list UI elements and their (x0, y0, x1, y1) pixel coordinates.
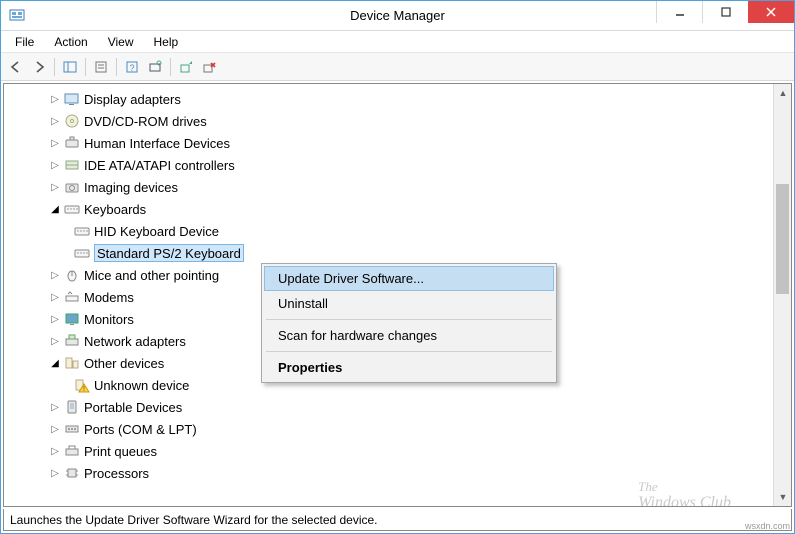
tree-node-ide[interactable]: ▷ IDE ATA/ATAPI controllers (14, 154, 773, 176)
help-button[interactable]: ? (121, 56, 143, 78)
close-button[interactable] (748, 1, 794, 23)
svg-text:?: ? (129, 63, 134, 73)
expand-icon[interactable]: ▷ (48, 92, 62, 106)
warning-icon: ! (74, 377, 90, 393)
tree-node-portable[interactable]: ▷ Portable Devices (14, 396, 773, 418)
collapse-icon[interactable]: ◢ (48, 202, 62, 216)
toolbar: ? (1, 53, 794, 81)
expand-icon[interactable]: ▷ (48, 136, 62, 150)
svg-text:!: ! (83, 386, 85, 393)
toolbar-separator (54, 58, 55, 76)
ctx-scan-hardware[interactable]: Scan for hardware changes (264, 323, 554, 348)
port-icon (64, 421, 80, 437)
menu-action[interactable]: Action (44, 33, 97, 51)
update-driver-button[interactable] (175, 56, 197, 78)
printer-icon (64, 443, 80, 459)
camera-icon (64, 179, 80, 195)
tree-node-hid[interactable]: ▷ Human Interface Devices (14, 132, 773, 154)
tree-node-ports[interactable]: ▷ Ports (COM & LPT) (14, 418, 773, 440)
toolbar-separator (170, 58, 171, 76)
tree-node-hid-keyboard[interactable]: HID Keyboard Device (14, 220, 773, 242)
expand-icon[interactable]: ▷ (48, 334, 62, 348)
tree-node-processors[interactable]: ▷ Processors (14, 462, 773, 484)
expand-icon[interactable]: ▷ (48, 400, 62, 414)
ctx-properties[interactable]: Properties (264, 355, 554, 380)
keyboard-icon (74, 245, 90, 261)
tree-node-print-queues[interactable]: ▷ Print queues (14, 440, 773, 462)
scroll-up-icon[interactable]: ▲ (774, 84, 792, 102)
scan-hardware-button[interactable] (144, 56, 166, 78)
portable-icon (64, 399, 80, 415)
other-devices-icon (64, 355, 80, 371)
status-text: Launches the Update Driver Software Wiza… (10, 513, 378, 527)
keyboard-icon (74, 223, 90, 239)
ctx-separator (266, 351, 552, 352)
keyboard-icon (64, 201, 80, 217)
device-manager-window: Device Manager File Action View Help ? (0, 0, 795, 534)
titlebar[interactable]: Device Manager (1, 1, 794, 31)
toolbar-separator (116, 58, 117, 76)
credit-text: wsxdn.com (745, 521, 790, 531)
mouse-icon (64, 267, 80, 283)
expand-icon[interactable]: ▷ (48, 312, 62, 326)
ctx-uninstall[interactable]: Uninstall (264, 291, 554, 316)
menu-view[interactable]: View (98, 33, 144, 51)
disc-icon (64, 113, 80, 129)
tree-node-display-adapters[interactable]: ▷ Display adapters (14, 88, 773, 110)
selected-node-label: Standard PS/2 Keyboard (94, 244, 244, 262)
menubar: File Action View Help (1, 31, 794, 53)
app-icon (9, 8, 25, 24)
uninstall-button[interactable] (198, 56, 220, 78)
tree-node-dvd[interactable]: ▷ DVD/CD-ROM drives (14, 110, 773, 132)
ctx-update-driver[interactable]: Update Driver Software... (264, 266, 554, 291)
context-menu: Update Driver Software... Uninstall Scan… (261, 263, 557, 383)
network-icon (64, 333, 80, 349)
properties-button[interactable] (90, 56, 112, 78)
toolbar-separator (85, 58, 86, 76)
menu-help[interactable]: Help (144, 33, 189, 51)
hid-icon (64, 135, 80, 151)
display-icon (64, 91, 80, 107)
tree-node-ps2-keyboard[interactable]: Standard PS/2 Keyboard (14, 242, 773, 264)
expand-icon[interactable]: ▷ (48, 114, 62, 128)
expand-icon[interactable]: ▷ (48, 180, 62, 194)
maximize-button[interactable] (702, 1, 748, 23)
ctx-separator (266, 319, 552, 320)
forward-button[interactable] (28, 56, 50, 78)
window-controls (656, 1, 794, 23)
menu-file[interactable]: File (5, 33, 44, 51)
scroll-down-icon[interactable]: ▼ (774, 488, 792, 506)
ide-icon (64, 157, 80, 173)
minimize-button[interactable] (656, 1, 702, 23)
expand-icon[interactable]: ▷ (48, 158, 62, 172)
expand-icon[interactable]: ▷ (48, 268, 62, 282)
expand-icon[interactable]: ▷ (48, 290, 62, 304)
tree-node-imaging[interactable]: ▷ Imaging devices (14, 176, 773, 198)
back-button[interactable] (5, 56, 27, 78)
scroll-thumb[interactable] (776, 184, 789, 294)
cpu-icon (64, 465, 80, 481)
tree-node-keyboards[interactable]: ◢ Keyboards (14, 198, 773, 220)
expand-icon[interactable]: ▷ (48, 466, 62, 480)
modem-icon (64, 289, 80, 305)
expand-icon[interactable]: ▷ (48, 444, 62, 458)
monitor-icon (64, 311, 80, 327)
statusbar: Launches the Update Driver Software Wiza… (3, 509, 792, 531)
vertical-scrollbar[interactable]: ▲ ▼ (773, 84, 791, 506)
show-hide-tree-button[interactable] (59, 56, 81, 78)
expand-icon[interactable]: ▷ (48, 422, 62, 436)
collapse-icon[interactable]: ◢ (48, 356, 62, 370)
